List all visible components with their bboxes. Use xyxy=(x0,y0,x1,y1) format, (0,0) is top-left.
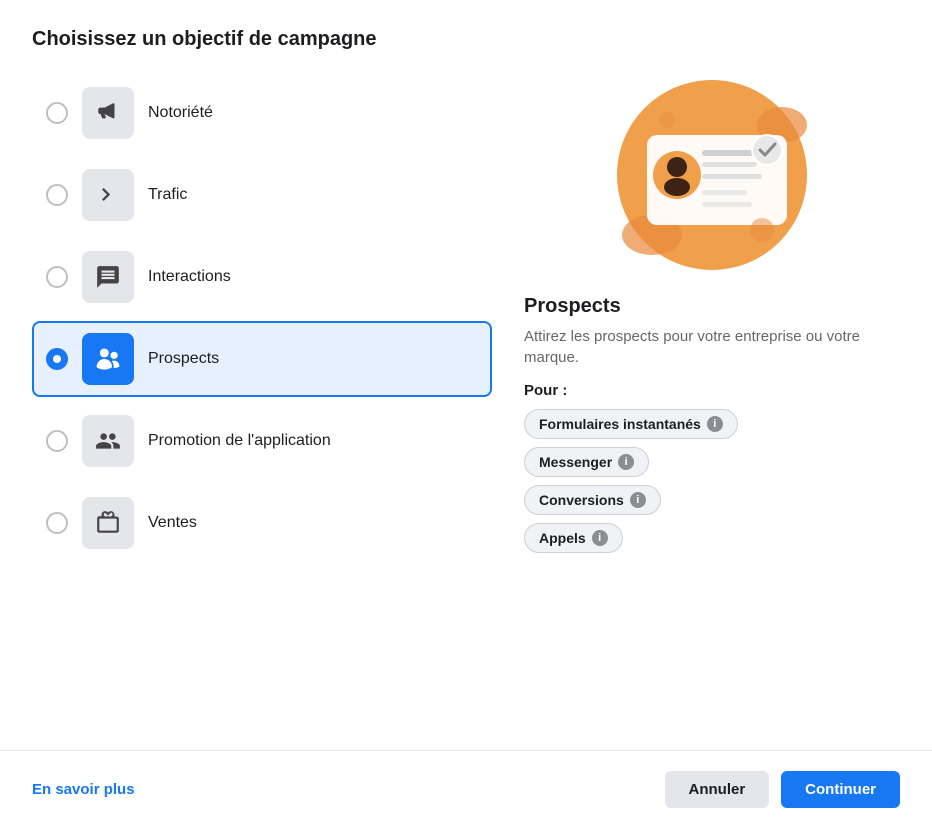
option-trafic[interactable]: Trafic xyxy=(32,157,492,233)
detail-description: Attirez les prospects pour votre entrepr… xyxy=(524,326,900,368)
detail-title: Prospects xyxy=(524,295,900,318)
prospects-icon xyxy=(82,333,134,385)
option-promotion[interactable]: Promotion de l'application xyxy=(32,403,492,479)
radio-ventes xyxy=(46,512,68,534)
dialog-title: Choisissez un objectif de campagne xyxy=(32,28,900,51)
option-notoriete[interactable]: Notoriété xyxy=(32,75,492,151)
trafic-label: Trafic xyxy=(148,186,187,204)
option-interactions[interactable]: Interactions xyxy=(32,239,492,315)
trafic-icon xyxy=(82,169,134,221)
tag-formulaires: Formulaires instantanés i xyxy=(524,409,738,439)
dialog-footer: En savoir plus Annuler Continuer xyxy=(0,750,932,828)
detail-panel: Prospects Attirez les prospects pour vot… xyxy=(524,75,900,726)
tag-messenger: Messenger i xyxy=(524,447,649,477)
option-prospects[interactable]: Prospects xyxy=(32,321,492,397)
promotion-icon xyxy=(82,415,134,467)
radio-prospects xyxy=(46,348,68,370)
radio-interactions xyxy=(46,266,68,288)
radio-notoriete xyxy=(46,102,68,124)
tag-conversions: Conversions i xyxy=(524,485,661,515)
notoriete-icon xyxy=(82,87,134,139)
footer-buttons: Annuler Continuer xyxy=(665,771,901,808)
radio-promotion xyxy=(46,430,68,452)
ventes-label: Ventes xyxy=(148,514,197,532)
info-icon-appels[interactable]: i xyxy=(592,530,608,546)
interactions-icon xyxy=(82,251,134,303)
radio-trafic xyxy=(46,184,68,206)
continue-button[interactable]: Continuer xyxy=(781,771,900,808)
prospect-illustration xyxy=(612,75,812,275)
info-icon-messenger[interactable]: i xyxy=(618,454,634,470)
campaign-objective-dialog: Choisissez un objectif de campagne Notor… xyxy=(0,0,932,726)
tags-list: Formulaires instantanés i Messenger i Co… xyxy=(524,409,900,553)
tag-appels: Appels i xyxy=(524,523,623,553)
learn-more-link[interactable]: En savoir plus xyxy=(32,781,135,798)
prospects-label: Prospects xyxy=(148,350,219,368)
info-icon-conversions[interactable]: i xyxy=(630,492,646,508)
pour-label: Pour : xyxy=(524,382,900,399)
ventes-icon xyxy=(82,497,134,549)
info-icon-formulaires[interactable]: i xyxy=(707,416,723,432)
option-ventes[interactable]: Ventes xyxy=(32,485,492,561)
notoriete-label: Notoriété xyxy=(148,104,213,122)
interactions-label: Interactions xyxy=(148,268,231,286)
promotion-label: Promotion de l'application xyxy=(148,432,331,450)
content-area: Notoriété Trafic Interactions xyxy=(32,75,900,726)
cancel-button[interactable]: Annuler xyxy=(665,771,770,808)
options-list: Notoriété Trafic Interactions xyxy=(32,75,492,726)
